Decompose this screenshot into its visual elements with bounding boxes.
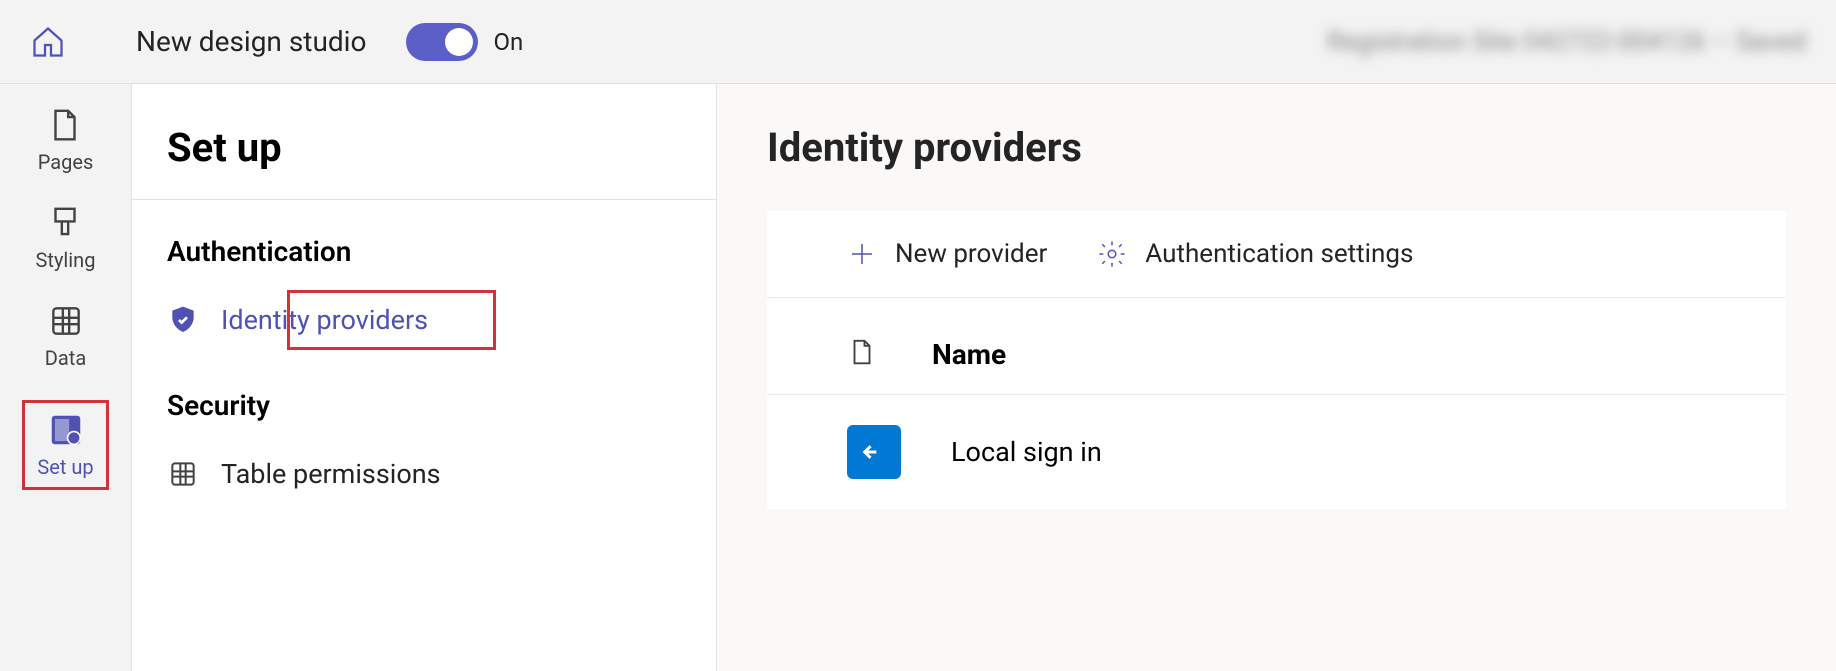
new-provider-label: New provider (895, 239, 1047, 269)
subpanel: Set up Authentication Identity providers… (132, 84, 717, 671)
section-authentication: Authentication (132, 200, 716, 286)
rail-label: Pages (38, 150, 94, 174)
card-toolbar: New provider Authentication settings (767, 211, 1786, 298)
column-name: Name (932, 338, 1006, 371)
login-icon (847, 425, 901, 479)
sub-item-label: Identity providers (221, 304, 428, 336)
subpanel-title: Set up (132, 84, 716, 200)
page-title: Identity providers (767, 124, 1786, 171)
table-row[interactable]: Local sign in (767, 395, 1786, 509)
sub-item-identity-providers[interactable]: Identity providers (132, 286, 716, 354)
studio-toggle[interactable] (406, 23, 478, 61)
rail-label: Styling (36, 248, 96, 272)
rail-item-styling[interactable]: Styling (36, 204, 96, 272)
sub-item-label: Table permissions (221, 458, 441, 490)
section-security: Security (132, 354, 716, 440)
file-icon (847, 334, 877, 374)
new-provider-button[interactable]: New provider (847, 239, 1047, 269)
auth-settings-label: Authentication settings (1145, 239, 1413, 269)
home-icon[interactable] (30, 24, 66, 60)
sub-item-table-permissions[interactable]: Table permissions (132, 440, 716, 508)
main-area: Identity providers New provider Authenti… (717, 84, 1836, 671)
site-status: Registration Site 042722-004126 – Saved (1327, 27, 1806, 57)
row-name: Local sign in (951, 436, 1102, 468)
rail-label: Set up (37, 455, 93, 479)
rail-item-pages[interactable]: Pages (38, 106, 94, 174)
rail-nav: Pages Styling Data Set up (0, 84, 132, 671)
studio-label: New design studio (136, 25, 366, 58)
topbar: New design studio On Registration Site 0… (0, 0, 1836, 84)
rail-item-setup[interactable]: Set up (22, 400, 108, 490)
table-header: Name (767, 298, 1786, 395)
providers-card: New provider Authentication settings Nam… (767, 211, 1786, 509)
rail-label: Data (45, 346, 86, 370)
rail-item-data[interactable]: Data (45, 302, 86, 370)
toggle-state-label: On (493, 28, 523, 56)
auth-settings-button[interactable]: Authentication settings (1097, 239, 1413, 269)
